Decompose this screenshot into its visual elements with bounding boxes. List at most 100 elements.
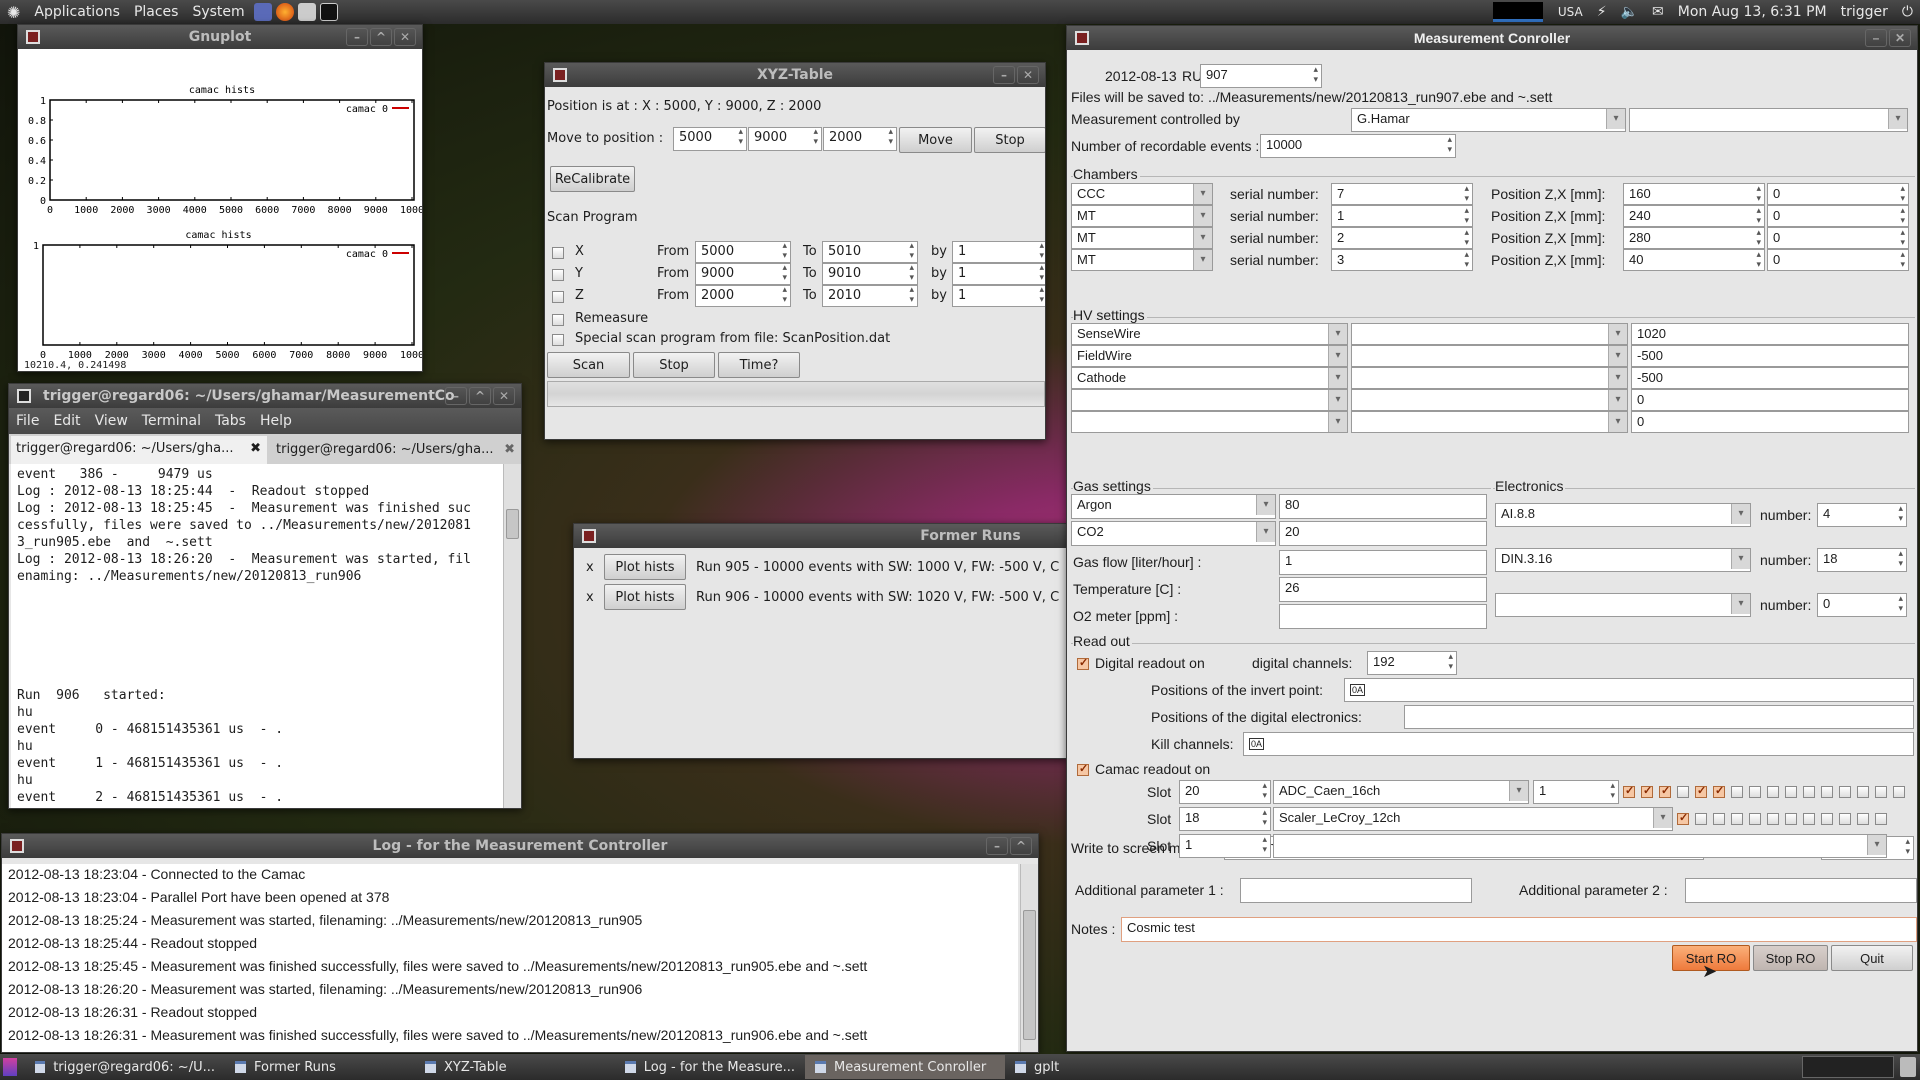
serial-number-input[interactable]: 1 (1331, 205, 1473, 227)
gnuplot-canvas[interactable]: camac hists 0 1000 2000 3000 4000 5000 6000 7000… (18, 49, 423, 371)
gas-flow-input[interactable]: 1 (1279, 550, 1487, 575)
hv-name-select[interactable]: FieldWire (1071, 345, 1348, 367)
menu-places[interactable]: Places (127, 4, 186, 20)
scan-to-input[interactable]: 9010 (822, 263, 918, 285)
notes-input[interactable]: Cosmic test (1121, 917, 1917, 942)
electronics-select[interactable] (1495, 593, 1751, 617)
position-x-input[interactable]: 0 (1767, 183, 1909, 205)
channel-checkbox[interactable] (1749, 786, 1761, 798)
channel-checkbox[interactable] (1677, 786, 1689, 798)
taskbar-item[interactable]: trigger@regard06: ~/U... (25, 1055, 225, 1079)
controlled-by-select[interactable]: G.Hamar (1351, 108, 1626, 132)
invert-point-input[interactable]: 0A (1344, 678, 1914, 702)
mc-titlebar[interactable]: Measurement Conroller – ✕ (1067, 26, 1917, 50)
channel-checkbox[interactable] (1803, 813, 1815, 825)
module-select[interactable]: Scaler_LeCroy_12ch (1273, 807, 1673, 831)
stop-move-button[interactable]: Stop (974, 127, 1045, 153)
gas-percent-input[interactable]: 80 (1279, 494, 1487, 519)
close-button[interactable]: ✕ (493, 387, 515, 405)
menu-edit[interactable]: Edit (46, 413, 87, 429)
maximize-button[interactable]: ^ (1010, 837, 1032, 855)
hv-value-input[interactable]: -500 (1631, 345, 1909, 367)
terminal-titlebar[interactable]: trigger@regard06: ~/Users/ghamar/Measure… (9, 384, 521, 408)
move-button[interactable]: Move (899, 127, 972, 153)
channel-checkbox[interactable] (1713, 784, 1725, 798)
remeasure-checkbox[interactable] (552, 314, 564, 326)
temperature-input[interactable]: 26 (1279, 577, 1487, 602)
recalibrate-button[interactable]: ReCalibrate (550, 166, 635, 192)
channel-checkbox[interactable] (1749, 813, 1761, 825)
events-input[interactable]: 10000 (1260, 134, 1456, 158)
window-menu-icon[interactable] (582, 529, 596, 543)
hv-value-input[interactable]: 0 (1631, 411, 1909, 433)
firefox-icon[interactable] (275, 3, 294, 21)
power-icon[interactable]: ⏻ (1895, 4, 1920, 20)
channel-checkbox[interactable] (1857, 786, 1869, 798)
taskbar-item[interactable]: gplt (1005, 1055, 1085, 1079)
digital-channels-input[interactable]: 192 (1367, 651, 1457, 675)
gas-select[interactable]: CO2 (1071, 521, 1276, 546)
menu-help[interactable]: Help (253, 413, 299, 429)
position-x-input[interactable]: 0 (1767, 249, 1909, 271)
channel-checkbox[interactable] (1875, 786, 1887, 798)
special-scan-checkbox[interactable] (552, 334, 564, 346)
ubuntu-logo-icon[interactable]: ✺ (0, 3, 27, 22)
volume-icon[interactable]: 🔈 (1614, 4, 1645, 20)
xyz-titlebar[interactable]: XYZ-Table – ✕ (545, 63, 1045, 87)
system-monitor-graph[interactable] (1492, 2, 1543, 22)
channel-checkbox[interactable] (1659, 784, 1671, 798)
scan-from-input[interactable]: 9000 (695, 263, 791, 285)
close-button[interactable]: ✕ (1889, 29, 1911, 47)
hv-name-select[interactable]: Cathode (1071, 367, 1348, 389)
channel-checkbox[interactable] (1893, 786, 1905, 798)
channel-checkbox[interactable] (1695, 784, 1707, 798)
quit-button[interactable]: Quit (1831, 945, 1913, 971)
scan-by-input[interactable]: 1 (952, 241, 1045, 263)
window-menu-icon[interactable] (26, 30, 40, 44)
scan-z-checkbox[interactable] (552, 291, 564, 303)
electronics-select[interactable]: DIN.3.16 (1495, 548, 1751, 572)
taskbar-item[interactable]: Former Runs (225, 1055, 415, 1079)
channel-checkbox[interactable] (1695, 813, 1707, 825)
gas-percent-input[interactable]: 20 (1279, 521, 1487, 546)
menu-terminal[interactable]: Terminal (135, 413, 208, 429)
move-x-input[interactable]: 5000 (673, 127, 747, 151)
keyboard-layout[interactable]: USA (1551, 5, 1590, 19)
close-button[interactable]: ✕ (394, 28, 416, 46)
channel-checkbox[interactable] (1713, 813, 1725, 825)
scan-button[interactable]: Scan (547, 352, 630, 378)
taskbar-item[interactable]: Measurement Conroller (805, 1055, 1005, 1079)
controlled-by-select-2[interactable] (1629, 108, 1908, 132)
terminal-output[interactable]: event 386 - 9479 us Log : 2012-08-13 18:2… (11, 464, 503, 808)
digital-readout-checkbox[interactable] (1077, 656, 1089, 670)
slot-number-input[interactable]: 1 (1179, 834, 1271, 858)
time-button[interactable]: Time? (718, 352, 800, 378)
minimize-button[interactable]: – (986, 837, 1008, 855)
position-x-input[interactable]: 0 (1767, 205, 1909, 227)
close-tab-icon[interactable]: ✖ (504, 442, 515, 457)
scan-to-input[interactable]: 5010 (822, 241, 918, 263)
network-icon[interactable]: ⚡ (1590, 4, 1614, 20)
menu-view[interactable]: View (88, 413, 135, 429)
gnuplot-titlebar[interactable]: Gnuplot – ^ ✕ (18, 25, 422, 49)
kill-channels-input[interactable]: 0A (1243, 732, 1914, 756)
slot-number-input[interactable]: 20 (1179, 780, 1271, 804)
log-titlebar[interactable]: Log - for the Measurement Controller – ^ (2, 834, 1038, 858)
menu-applications[interactable]: Applications (27, 4, 127, 20)
serial-number-input[interactable]: 2 (1331, 227, 1473, 249)
calculator-icon[interactable] (297, 3, 316, 21)
channel-checkbox[interactable] (1767, 786, 1779, 798)
position-z-input[interactable]: 280 (1623, 227, 1765, 249)
channel-checkbox[interactable] (1623, 784, 1635, 798)
channel-checkbox[interactable] (1803, 786, 1815, 798)
channel-checkbox[interactable] (1839, 786, 1851, 798)
hv-channel-select[interactable] (1351, 389, 1628, 411)
serial-number-input[interactable]: 7 (1331, 183, 1473, 205)
electronics-select[interactable]: AI.8.8 (1495, 503, 1751, 527)
channel-checkbox[interactable] (1731, 786, 1743, 798)
scan-by-input[interactable]: 1 (952, 263, 1045, 285)
hv-value-input[interactable]: -500 (1631, 367, 1909, 389)
position-z-input[interactable]: 160 (1623, 183, 1765, 205)
workspace-switcher[interactable] (1802, 1056, 1894, 1078)
menu-system[interactable]: System (185, 4, 251, 20)
